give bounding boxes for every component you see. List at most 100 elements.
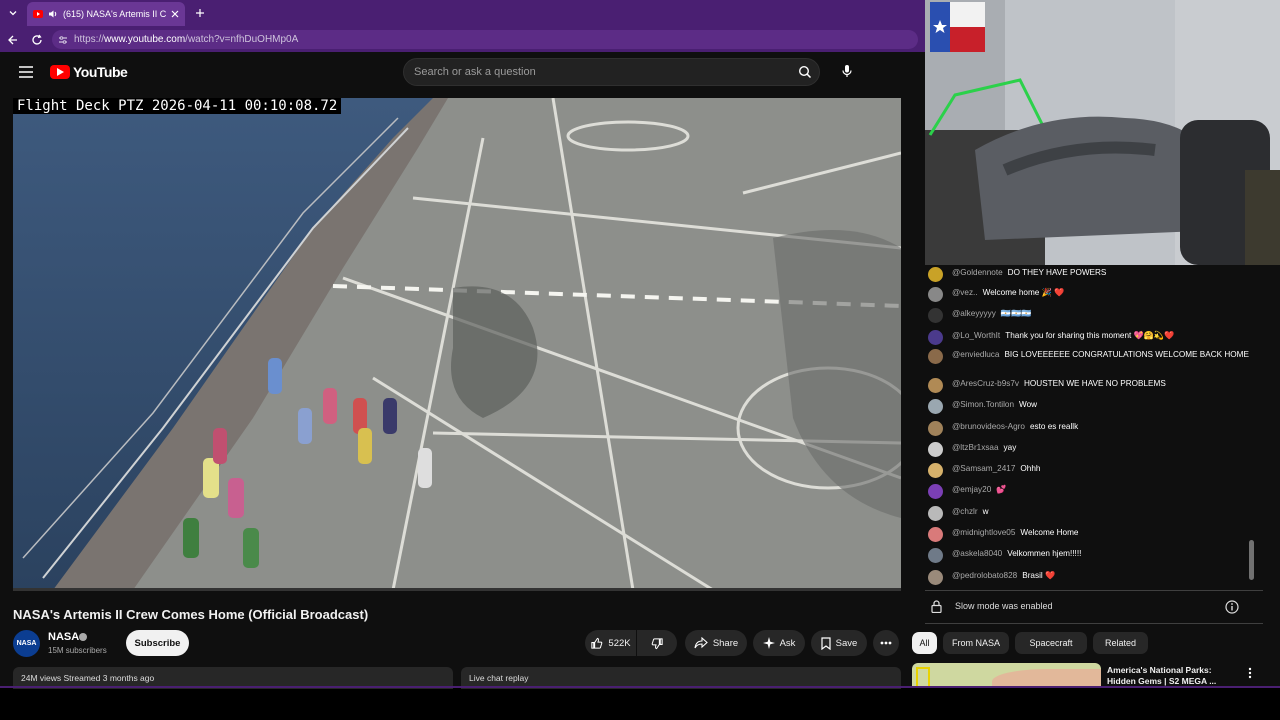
address-bar-row: https://www.youtube.com/watch?v=nfhDuOHM… (0, 27, 925, 52)
channel-name[interactable]: NASA (48, 631, 79, 643)
chat-author[interactable]: @Lo_WorthIt (952, 331, 1000, 340)
tab-list-dropdown[interactable] (4, 4, 22, 22)
chat-message[interactable]: @AresCruz-b9s7v HOUSTEN WE HAVE NO PROBLE… (928, 378, 1258, 393)
close-tab-icon[interactable] (171, 10, 179, 18)
chat-message[interactable]: @Samsam_2417 Ohhh (928, 463, 1258, 478)
chat-author[interactable]: @Simon.Tontilon (952, 400, 1014, 409)
chat-author[interactable]: @pedrolobato828 (952, 571, 1017, 580)
recommendation-thumbnail[interactable] (912, 663, 1101, 688)
chat-author[interactable]: @alkeyyyyy (952, 309, 996, 318)
chip-related[interactable]: Related (1093, 632, 1148, 654)
chat-avatar[interactable] (928, 442, 943, 457)
chat-message[interactable]: @Simon.Tontilon Wow (928, 399, 1258, 414)
chat-body: 🇦🇷🇦🇷🇦🇷 (1000, 309, 1032, 318)
more-actions-button[interactable] (873, 630, 899, 656)
chat-author[interactable]: @emjay20 (952, 485, 991, 494)
chat-message-text: @askela8040 Velkommen hjem!!!!! (952, 549, 1081, 560)
chat-author[interactable]: @ltzBr1xsaa (952, 443, 999, 452)
recommendation-title: America's National Parks: Hidden Gems | … (1107, 665, 1217, 686)
more-horizontal-icon (880, 641, 892, 645)
chat-message[interactable]: @Lo_WorthIt Thank you for sharing this mo… (928, 330, 1258, 345)
chat-avatar[interactable] (928, 267, 943, 282)
reload-button[interactable] (28, 31, 46, 49)
search-button[interactable] (795, 62, 815, 82)
chat-author[interactable]: @midnightlove05 (952, 528, 1015, 537)
camera-overlay-text: Flight Deck PTZ 2026-04-11 00:10:08.72 (13, 98, 342, 114)
browser-chrome: (615) NASA's Artemis II Crew https://www… (0, 0, 925, 52)
chat-avatar[interactable] (928, 548, 943, 563)
chat-scrollbar[interactable] (1249, 540, 1254, 580)
chat-author[interactable]: @vez.. (952, 288, 978, 297)
chat-avatar[interactable] (928, 506, 943, 521)
thumbnail-badge (916, 667, 930, 688)
chat-message[interactable]: @enviedluca BIG LOVEEEEEE CONGRATULATIONS… (928, 349, 1258, 364)
chat-author[interactable]: @brunovideos-Agro (952, 422, 1025, 431)
menu-icon[interactable] (17, 63, 35, 81)
site-info-icon[interactable] (58, 35, 68, 45)
youtube-page: YouTube Search or ask a question Flight … (0, 52, 925, 689)
youtube-favicon-icon (33, 10, 43, 18)
search-input[interactable]: Search or ask a question (403, 58, 820, 86)
url-field[interactable]: https://www.youtube.com/watch?v=nfhDuOHM… (52, 30, 918, 49)
chat-author[interactable]: @enviedluca (952, 350, 999, 359)
chat-avatar[interactable] (928, 287, 943, 302)
chat-message[interactable]: @Goldennote DO THEY HAVE POWERS (928, 267, 1258, 282)
chat-author[interactable]: @AresCruz-b9s7v (952, 379, 1019, 388)
chat-author[interactable]: @chzlr (952, 507, 978, 516)
like-button[interactable]: 522K (585, 630, 636, 656)
chat-avatar[interactable] (928, 308, 943, 323)
youtube-logo[interactable]: YouTube (50, 64, 128, 80)
chip-all[interactable]: All (912, 632, 937, 654)
chat-author[interactable]: @Samsam_2417 (952, 464, 1015, 473)
chip-spacecraft[interactable]: Spacecraft (1015, 632, 1087, 654)
chip-from-nasa[interactable]: From NASA (943, 632, 1009, 654)
subscribe-button[interactable]: Subscribe (126, 630, 189, 656)
chat-message-text: @emjay20 💕 (952, 485, 1006, 496)
chat-author[interactable]: @askela8040 (952, 549, 1002, 558)
chat-message-text: @vez.. Welcome home 🎉 ❤️ (952, 288, 1064, 299)
voice-search-button[interactable] (835, 59, 859, 83)
chat-message[interactable]: @ltzBr1xsaa yay (928, 442, 1258, 457)
logo-text: YouTube (73, 64, 128, 80)
channel-avatar[interactable]: NASA (13, 630, 40, 657)
chat-message[interactable]: @chzlr w (928, 506, 1258, 521)
chat-message-text: @pedrolobato828 Brasil ❤️ (952, 571, 1055, 582)
chat-avatar[interactable] (928, 421, 943, 436)
chat-message[interactable]: @midnightlove05 Welcome Home (928, 527, 1258, 542)
chat-avatar[interactable] (928, 399, 943, 414)
url-text: https://www.youtube.com/watch?v=nfhDuOHM… (74, 34, 299, 45)
chat-message[interactable]: @alkeyyyyy 🇦🇷🇦🇷🇦🇷 (928, 308, 1258, 323)
search-placeholder: Search or ask a question (414, 66, 536, 78)
chat-message[interactable]: @brunovideos-Agro esto es reallk (928, 421, 1258, 436)
save-button[interactable]: Save (811, 630, 867, 656)
video-frame-carrier-deck (13, 98, 901, 590)
dislike-button[interactable] (637, 630, 677, 656)
speaker-icon[interactable] (48, 9, 58, 19)
video-progress-bar[interactable] (13, 588, 901, 591)
chat-avatar[interactable] (928, 527, 943, 542)
video-player[interactable]: Flight Deck PTZ 2026-04-11 00:10:08.72 (13, 98, 901, 590)
chat-body: Welcome Home (1020, 528, 1079, 537)
chat-message[interactable]: @askela8040 Velkommen hjem!!!!! (928, 548, 1258, 563)
info-icon[interactable] (1225, 600, 1239, 614)
save-label: Save (835, 637, 858, 649)
back-button[interactable] (4, 31, 22, 49)
chat-message[interactable]: @vez.. Welcome home 🎉 ❤️ (928, 287, 1258, 302)
chat-author[interactable]: @Goldennote (952, 268, 1003, 277)
tab-youtube[interactable]: (615) NASA's Artemis II Crew (27, 2, 185, 26)
chat-avatar[interactable] (928, 484, 943, 499)
share-button[interactable]: Share (685, 630, 747, 656)
recommendation-item[interactable]: America's National Parks: Hidden Gems | … (912, 663, 1267, 688)
chat-avatar[interactable] (928, 378, 943, 393)
chat-message[interactable]: @pedrolobato828 Brasil ❤️ (928, 570, 1258, 585)
chat-avatar[interactable] (928, 463, 943, 478)
ask-button[interactable]: Ask (753, 630, 805, 656)
chat-message[interactable]: @emjay20 💕 (928, 484, 1258, 499)
chat-body: Welcome home 🎉 ❤️ (982, 288, 1065, 297)
chat-avatar[interactable] (928, 330, 943, 345)
live-chat-panel: @Goldennote DO THEY HAVE POWERS @vez.. Welc… (925, 265, 1270, 590)
new-tab-button[interactable] (192, 5, 208, 21)
more-vertical-icon[interactable] (1248, 667, 1252, 679)
chat-avatar[interactable] (928, 349, 943, 364)
chat-avatar[interactable] (928, 570, 943, 585)
